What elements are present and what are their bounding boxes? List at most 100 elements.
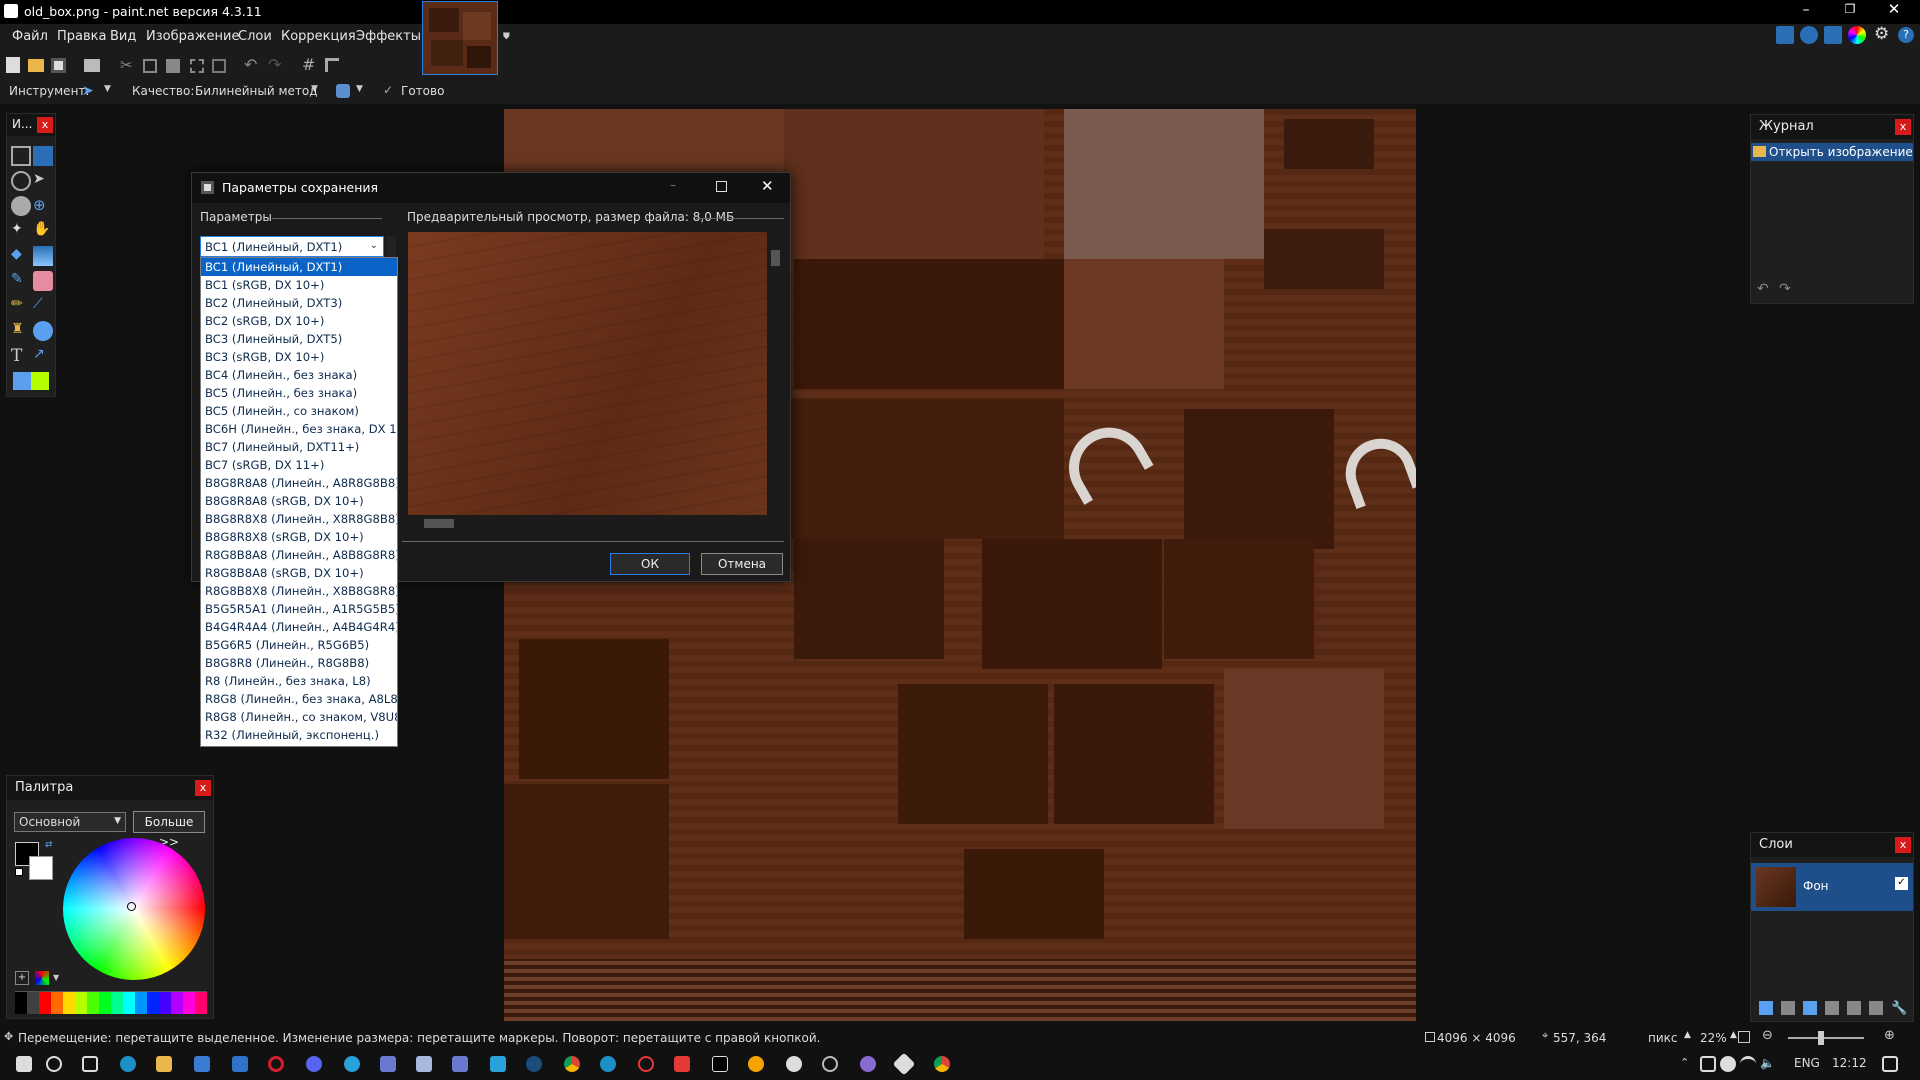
format-option[interactable]: R8G8B8A8 (sRGB, DX 10+) [201, 564, 397, 582]
redo-icon[interactable]: ↷ [1779, 281, 1791, 297]
file-explorer-icon[interactable] [156, 1056, 172, 1072]
windows-start-icon[interactable] [16, 1056, 32, 1072]
app-icon[interactable] [490, 1056, 506, 1072]
ellipse-select-icon[interactable] [11, 196, 31, 216]
zoom-in-icon[interactable]: ⊕ [1884, 1028, 1895, 1043]
pan-icon[interactable]: ✋ [33, 221, 53, 241]
delete-layer-icon[interactable] [1781, 1001, 1795, 1015]
ok-button[interactable]: ОК [610, 553, 690, 575]
layers-toggle-icon[interactable] [1824, 26, 1842, 44]
format-option[interactable]: BC6H (Линейн., без знака, DX 11+) [201, 420, 397, 438]
help-icon[interactable]: ? [1898, 27, 1914, 43]
preview-hscrollbar[interactable] [408, 517, 767, 530]
add-layer-icon[interactable] [1759, 1001, 1773, 1015]
format-option[interactable]: R8G8 (Линейн., со знаком, V8U8) [201, 708, 397, 726]
quality-select[interactable]: Билинейный метод [195, 84, 318, 98]
layer-item[interactable]: Фон ✓ [1751, 863, 1913, 911]
pencil-icon[interactable]: ✏ [11, 296, 31, 316]
palette-swatch[interactable] [15, 992, 27, 1014]
close-icon[interactable]: x [37, 117, 53, 133]
cut-icon[interactable]: ✂ [120, 56, 133, 74]
format-option[interactable]: B5G6R5 (Линейн., R5G6B5) [201, 636, 397, 654]
format-option[interactable]: BC5 (Линейн., без знака) [201, 384, 397, 402]
app-icon[interactable] [600, 1056, 616, 1072]
menu-adjustments[interactable]: Коррекция [281, 29, 356, 44]
close-icon[interactable]: x [1895, 837, 1911, 853]
chevron-down-icon[interactable]: ▼ [104, 84, 111, 94]
app-icon[interactable] [674, 1056, 690, 1072]
chevron-up-icon[interactable]: ⌃ [1680, 1056, 1689, 1069]
app-icon[interactable] [638, 1056, 654, 1072]
tray-icon[interactable] [1720, 1056, 1736, 1072]
crop-icon[interactable] [190, 59, 204, 73]
eraser-icon[interactable] [33, 271, 53, 291]
pycharm-icon[interactable] [712, 1056, 728, 1072]
copy-icon[interactable] [143, 59, 157, 73]
language-indicator[interactable]: ENG [1794, 1056, 1820, 1070]
format-option[interactable]: BC2 (sRGB, DX 10+) [201, 312, 397, 330]
volume-icon[interactable]: 🔈 [1760, 1056, 1776, 1072]
app-icon[interactable] [822, 1056, 838, 1072]
print-icon[interactable] [84, 59, 100, 72]
chevron-down-icon[interactable]: ▼ [53, 973, 59, 982]
preview-vscrollbar[interactable] [769, 232, 782, 515]
format-option[interactable]: BC5 (Линейн., со знаком) [201, 402, 397, 420]
menu-file[interactable]: Файл [12, 29, 48, 44]
format-option[interactable]: R8G8B8X8 (Линейн., X8B8G8R8) [201, 582, 397, 600]
history-toggle-icon[interactable] [1800, 26, 1818, 44]
secondary-color-swatch[interactable] [29, 856, 53, 880]
lasso-icon[interactable] [11, 171, 31, 191]
format-option[interactable]: R8 (Линейн., без знака, L8) [201, 672, 397, 690]
add-color-icon[interactable]: + [15, 971, 29, 985]
rectangle-select-icon[interactable] [11, 146, 31, 166]
reset-colors-icon[interactable] [15, 868, 23, 876]
format-option[interactable]: R8G8 (Линейн., без знака, A8L8) [201, 690, 397, 708]
menu-image[interactable]: Изображение [146, 29, 239, 44]
chevron-down-icon[interactable]: ▼ [311, 84, 318, 94]
menu-effects[interactable]: Эффекты [356, 29, 421, 44]
chevron-up-icon[interactable]: ▲ [1684, 1030, 1691, 1040]
app-icon[interactable] [786, 1056, 802, 1072]
units-select[interactable]: пикс [1648, 1031, 1678, 1045]
minimize-button[interactable]: – [1796, 2, 1816, 20]
edge-icon[interactable] [120, 1056, 136, 1072]
settings-icon[interactable]: ⚙ [1874, 24, 1889, 44]
format-option[interactable]: B8G8R8X8 (sRGB, DX 10+) [201, 528, 397, 546]
color-picker-icon[interactable]: ⟋ [33, 296, 53, 316]
format-option[interactable]: B8G8R8 (Линейн., R8G8B8) [201, 654, 397, 672]
tools-toggle-icon[interactable] [1776, 26, 1794, 44]
close-button[interactable]: ✕ [1884, 0, 1904, 20]
notifications-icon[interactable] [1882, 1056, 1898, 1072]
menu-layers[interactable]: Слои [238, 29, 272, 44]
grid-icon[interactable]: # [302, 55, 315, 74]
format-option[interactable]: BC7 (Линейный, DXT11+) [201, 438, 397, 456]
palette-swatch[interactable] [87, 992, 99, 1014]
discord-icon[interactable] [306, 1056, 322, 1072]
palette-swatch[interactable] [27, 992, 39, 1014]
format-option[interactable]: BC2 (Линейный, DXT3) [201, 294, 397, 312]
steam-icon[interactable] [526, 1056, 542, 1072]
scrollbar-thumb[interactable] [771, 250, 780, 266]
move-selection-icon[interactable]: ➤ [33, 171, 53, 191]
paintnet-taskbar-icon[interactable] [416, 1056, 432, 1072]
zoom-out-icon[interactable]: ⊖ [1762, 1028, 1773, 1043]
palette-mode-select[interactable]: Основной ▼ [14, 812, 126, 832]
maximize-button[interactable] [716, 181, 727, 192]
telegram-icon[interactable] [344, 1056, 360, 1072]
palette-swatch[interactable] [171, 992, 183, 1014]
menu-edit[interactable]: Правка [57, 29, 106, 44]
opera-icon[interactable] [268, 1056, 284, 1072]
more-button[interactable]: Больше >> [133, 811, 205, 849]
palette-swatch[interactable] [195, 992, 207, 1014]
cancel-button[interactable]: Отмена [701, 553, 783, 575]
chrome-icon[interactable] [934, 1056, 950, 1072]
palette-swatch[interactable] [135, 992, 147, 1014]
line-curve-icon[interactable]: ↗ [33, 346, 53, 366]
paintbrush-icon[interactable]: ✎ [11, 271, 31, 291]
palette-swatch[interactable] [99, 992, 111, 1014]
deselect-icon[interactable] [212, 59, 226, 73]
color-wheel-marker[interactable] [127, 902, 136, 911]
minimize-button[interactable]: – [670, 178, 676, 192]
app-icon[interactable] [892, 1052, 916, 1076]
save-dialog-taskbar-icon[interactable] [452, 1056, 468, 1072]
